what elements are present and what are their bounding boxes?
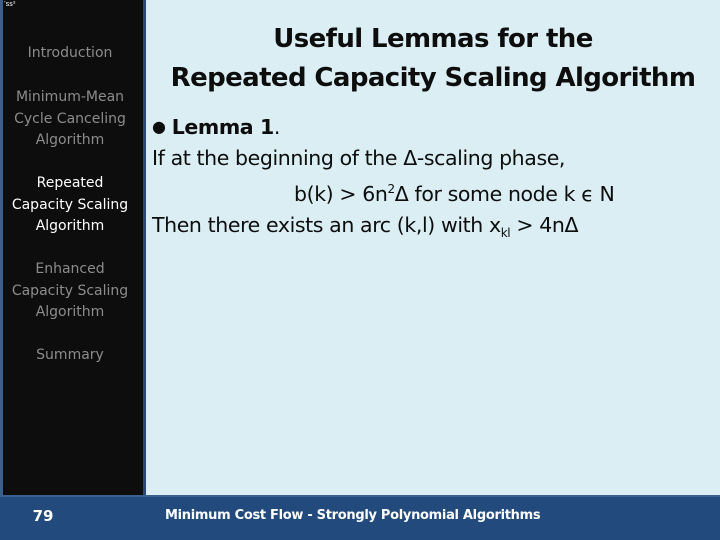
sidebar-nav: ′ss² Introduction Minimum-Mean Cycle Can… <box>3 0 146 495</box>
nav-label-line: Algorithm <box>35 132 105 148</box>
lemma-label: Lemma 1 <box>171 115 275 139</box>
conclusion-text: Then there exists an arc (k,l) with x <box>152 212 501 237</box>
lemma-conclusion: Then there exists an arc (k,l) with xkl … <box>152 210 712 249</box>
slide-title-line-1: Useful Lemmas for the <box>273 24 593 54</box>
footer-bar: 79 Minimum Cost Flow - Strongly Polynomi… <box>0 495 720 540</box>
inequality-text-rest: Δ for some node k ϵ N <box>394 181 615 206</box>
slide-title-line-2: Repeated Capacity Scaling Algorithm <box>170 63 696 93</box>
nav-label-line: Cycle Canceling <box>14 110 126 127</box>
nav-label-line: Minimum-Mean <box>15 89 125 105</box>
sidebar-item-repeated-capacity-scaling[interactable]: Repeated Capacity Scaling Algorithm <box>3 173 137 238</box>
nav-label-line: Capacity Scaling <box>11 196 129 213</box>
nav-label-line: Capacity Scaling <box>11 282 129 299</box>
sidebar-item-summary[interactable]: Summary <box>3 345 137 367</box>
inequality-text: b(k) > 6n <box>294 181 388 206</box>
corner-mark: ′ss² <box>4 0 16 8</box>
lemma-condition: If at the beginning of the Δ-scaling pha… <box>152 146 566 170</box>
lemma-inequality: b(k) > 6n2Δ for some node k ϵ N <box>152 174 712 210</box>
conclusion-text-rest: > 4nΔ <box>510 212 579 237</box>
nav-label-line: Summary <box>36 347 104 363</box>
sidebar-item-enhanced-capacity-scaling[interactable]: Enhanced Capacity Scaling Algorithm <box>3 259 137 324</box>
nav-label-line: Repeated <box>36 175 104 191</box>
sidebar-item-minimum-mean-cycle-canceling[interactable]: Minimum-Mean Cycle Canceling Algorithm <box>3 87 137 152</box>
superscript: 2 <box>387 182 396 196</box>
nav-label-line: Introduction <box>27 45 113 61</box>
nav-label-line: Algorithm <box>35 304 105 320</box>
sidebar-item-introduction[interactable]: Introduction <box>3 43 137 65</box>
slide-title: Useful Lemmas for the Repeated Capacity … <box>146 20 720 98</box>
subscript: kl <box>500 225 511 240</box>
nav-label-line: Enhanced <box>35 261 105 277</box>
lemma-period: . <box>273 115 281 139</box>
nav-label-line: Algorithm <box>35 218 105 234</box>
slide-body: ● Lemma 1. If at the beginning of the Δ-… <box>152 111 712 249</box>
footer-title: Minimum Cost Flow - Strongly Polynomial … <box>165 508 541 523</box>
page-number: 79 <box>32 507 54 525</box>
bullet-icon: ● <box>152 117 166 136</box>
lemma-heading: ● Lemma 1. <box>152 111 712 143</box>
